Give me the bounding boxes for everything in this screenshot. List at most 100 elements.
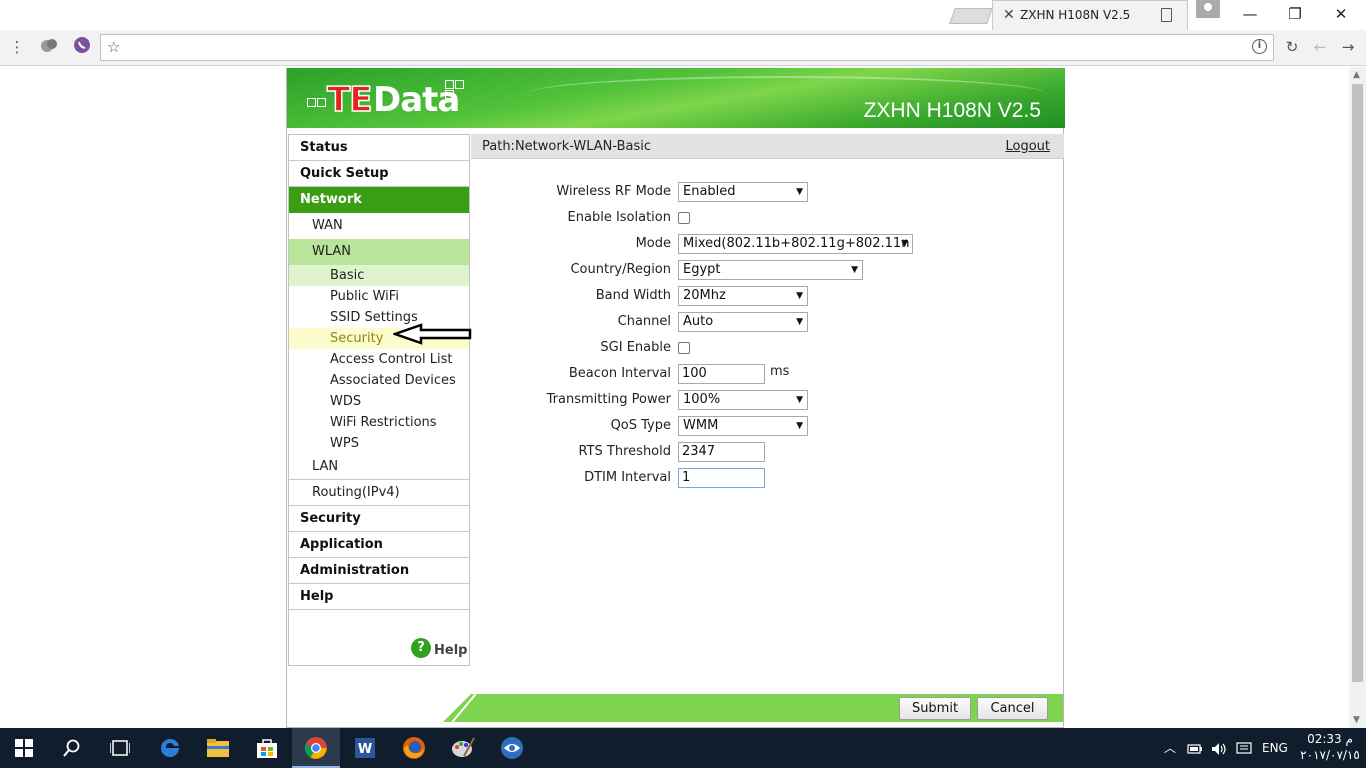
row-country-region: Country/Region Egypt ▼ bbox=[471, 260, 1064, 280]
cancel-button[interactable]: Cancel bbox=[977, 697, 1048, 720]
menu-administration[interactable]: Administration bbox=[289, 558, 469, 584]
volume-icon[interactable] bbox=[1211, 728, 1227, 768]
windows-start-icon[interactable] bbox=[0, 728, 48, 768]
info-icon[interactable]: i bbox=[1252, 39, 1267, 54]
scroll-thumb[interactable] bbox=[1352, 84, 1363, 682]
menu-lan[interactable]: LAN bbox=[289, 454, 469, 480]
action-center-icon[interactable] bbox=[1236, 728, 1252, 768]
label-sgi-enable: SGI Enable bbox=[600, 340, 671, 355]
menu-wlan-access-control-list[interactable]: Access Control List bbox=[289, 349, 469, 370]
scroll-down-icon[interactable]: ▼ bbox=[1353, 715, 1360, 725]
select-channel[interactable]: Auto ▼ bbox=[678, 312, 808, 332]
submit-button[interactable]: Submit bbox=[899, 697, 971, 720]
checkbox-sgi-enable[interactable] bbox=[678, 342, 690, 354]
tab-title: ZXHN H108N V2.5 bbox=[1020, 8, 1131, 22]
checkbox-enable-isolation[interactable] bbox=[678, 212, 690, 224]
browser-tab[interactable]: ✕ ZXHN H108N V2.5 bbox=[992, 0, 1188, 30]
label-dtim-interval: DTIM Interval bbox=[584, 470, 671, 485]
address-bar[interactable]: ☆ i bbox=[100, 34, 1274, 61]
label-rts-threshold: RTS Threshold bbox=[578, 444, 671, 459]
menu-routing[interactable]: Routing(IPv4) bbox=[289, 480, 469, 506]
help-link-label[interactable]: Help bbox=[434, 643, 467, 658]
input-beacon-interval[interactable]: 100 bbox=[678, 364, 765, 384]
chevron-down-icon: ▼ bbox=[796, 421, 803, 431]
label-transmitting-power: Transmitting Power bbox=[546, 392, 671, 407]
language-indicator[interactable]: ENG bbox=[1262, 728, 1288, 768]
profile-icon[interactable] bbox=[1196, 0, 1220, 18]
edge-icon[interactable] bbox=[146, 728, 194, 768]
menu-wlan-wifi-restrictions[interactable]: WiFi Restrictions bbox=[289, 412, 469, 433]
minimize-button[interactable]: — bbox=[1230, 3, 1270, 25]
search-icon[interactable] bbox=[48, 728, 96, 768]
menu-wlan-basic[interactable]: Basic bbox=[289, 265, 469, 286]
select-transmitting-power[interactable]: 100% ▼ bbox=[678, 390, 808, 410]
menu-application[interactable]: Application bbox=[289, 532, 469, 558]
help-icon[interactable]: ? bbox=[411, 638, 431, 658]
close-icon[interactable]: ✕ bbox=[1003, 7, 1015, 23]
firefox-icon[interactable] bbox=[390, 728, 438, 768]
scroll-up-icon[interactable]: ▲ bbox=[1353, 70, 1360, 80]
windows-taskbar: W ︿ ENG 02:33 م ٢٠١٧/٠٧/١٥ bbox=[0, 728, 1366, 768]
menu-help[interactable]: Help bbox=[289, 584, 469, 610]
menu-wlan[interactable]: WLAN bbox=[289, 239, 469, 265]
back-icon[interactable]: ← bbox=[1309, 36, 1331, 58]
viber-icon[interactable] bbox=[71, 36, 93, 58]
clock-time: 02:33 م bbox=[1307, 732, 1353, 746]
page-content: TE Data ZXHN H108N V2.5 Status Quick Set… bbox=[0, 67, 1366, 728]
browser-toolbar: ⋮ ☆ i ↻ ← → bbox=[0, 30, 1366, 66]
menu-security[interactable]: Security bbox=[289, 506, 469, 532]
select-wireless-rf-mode[interactable]: Enabled ▼ bbox=[678, 182, 808, 202]
battery-icon[interactable] bbox=[1187, 728, 1203, 768]
path-bar: Path:Network-WLAN-Basic Logout bbox=[471, 134, 1064, 159]
chevron-up-icon[interactable]: ︿ bbox=[1164, 728, 1176, 768]
new-tab-button[interactable] bbox=[949, 8, 993, 24]
router-model: ZXHN H108N V2.5 bbox=[863, 99, 1041, 122]
menu-wan[interactable]: WAN bbox=[289, 213, 469, 239]
svg-text:W: W bbox=[358, 742, 372, 757]
router-panel: TE Data ZXHN H108N V2.5 Status Quick Set… bbox=[286, 68, 1065, 728]
form-footer: Submit Cancel bbox=[443, 693, 1065, 723]
select-band-width[interactable]: 20Mhz ▼ bbox=[678, 286, 808, 306]
reload-icon[interactable]: ↻ bbox=[1281, 36, 1303, 58]
clock-date: ٢٠١٧/٠٧/١٥ bbox=[1300, 748, 1360, 762]
select-qos-type[interactable]: WMM ▼ bbox=[678, 416, 808, 436]
extension-icon[interactable] bbox=[38, 36, 60, 58]
forward-icon[interactable]: → bbox=[1337, 36, 1359, 58]
label-beacon-interval: Beacon Interval bbox=[568, 366, 671, 381]
menu-wlan-wps[interactable]: WPS bbox=[289, 433, 469, 454]
select-country-region[interactable]: Egypt ▼ bbox=[678, 260, 863, 280]
chrome-icon[interactable] bbox=[292, 728, 340, 768]
menu-quick-setup[interactable]: Quick Setup bbox=[289, 161, 469, 187]
logo-te: TE bbox=[326, 79, 373, 121]
row-qos-type: QoS Type WMM ▼ bbox=[471, 416, 1064, 436]
unit-ms: ms bbox=[770, 364, 790, 379]
file-explorer-icon[interactable] bbox=[194, 728, 242, 768]
page-scrollbar[interactable]: ▲ ▼ bbox=[1349, 67, 1366, 728]
chevron-down-icon: ▼ bbox=[796, 291, 803, 301]
menu-wlan-associated-devices[interactable]: Associated Devices bbox=[289, 370, 469, 391]
label-band-width: Band Width bbox=[595, 288, 671, 303]
word-icon[interactable]: W bbox=[341, 728, 389, 768]
restore-button[interactable]: ❐ bbox=[1275, 3, 1315, 25]
menu-network[interactable]: Network bbox=[289, 187, 469, 213]
menu-wlan-public-wifi[interactable]: Public WiFi bbox=[289, 286, 469, 307]
label-country-region: Country/Region bbox=[570, 262, 671, 277]
task-view-icon[interactable] bbox=[96, 728, 144, 768]
clock[interactable]: 02:33 م ٢٠١٧/٠٧/١٥ bbox=[1297, 731, 1363, 763]
store-icon[interactable] bbox=[243, 728, 291, 768]
row-enable-isolation: Enable Isolation bbox=[471, 208, 1064, 228]
star-icon[interactable]: ☆ bbox=[107, 38, 120, 56]
paint-icon[interactable] bbox=[439, 728, 487, 768]
menu-icon[interactable]: ⋮ bbox=[6, 36, 28, 58]
select-mode[interactable]: Mixed(802.11b+802.11g+802.11n ▼ bbox=[678, 234, 913, 254]
logout-link[interactable]: Logout bbox=[1005, 139, 1050, 154]
page-icon bbox=[1161, 8, 1172, 22]
input-dtim-interval[interactable]: 1 bbox=[678, 468, 765, 488]
close-window-button[interactable]: ✕ bbox=[1321, 3, 1361, 25]
network-app-icon[interactable] bbox=[488, 728, 536, 768]
input-rts-threshold[interactable]: 2347 bbox=[678, 442, 765, 462]
menu-status[interactable]: Status bbox=[289, 135, 469, 161]
menu-wlan-wds[interactable]: WDS bbox=[289, 391, 469, 412]
row-dtim-interval: DTIM Interval 1 bbox=[471, 468, 1064, 488]
breadcrumb: Path:Network-WLAN-Basic bbox=[482, 139, 652, 154]
